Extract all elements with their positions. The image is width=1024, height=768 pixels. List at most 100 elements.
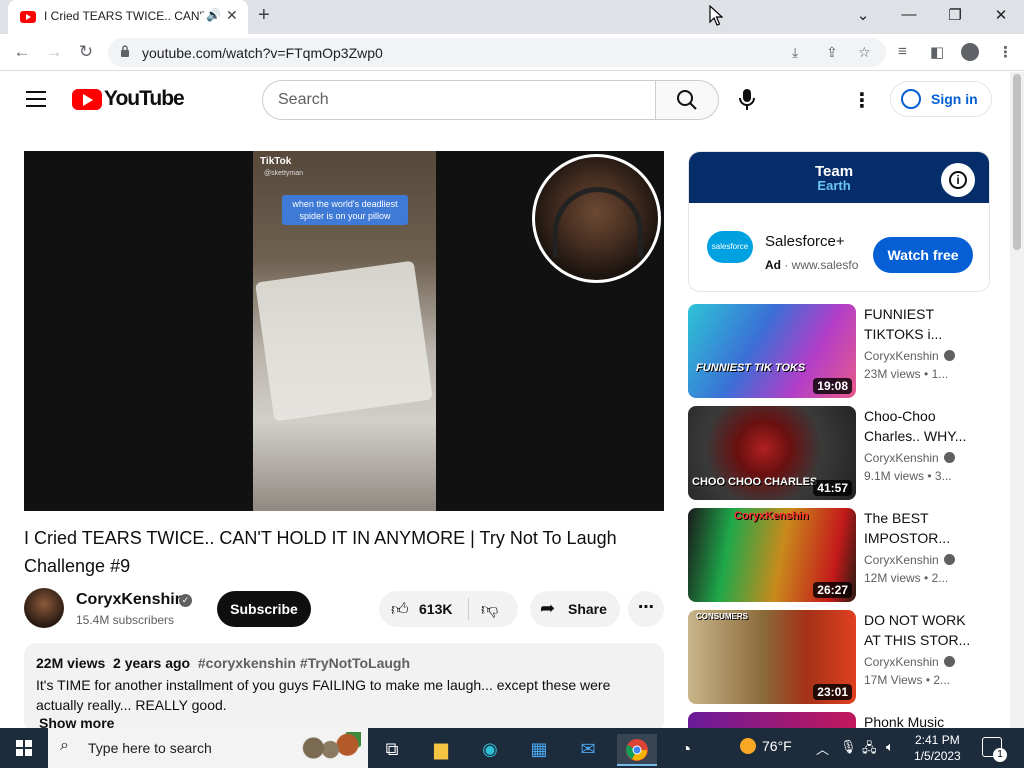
video-caption: when the world's deadliest spider is on … xyxy=(282,195,408,225)
clock-time: 2:41 PM xyxy=(915,733,960,747)
weather-widget[interactable]: 76°F xyxy=(740,738,792,754)
video-thumbnail[interactable]: CONSUMERS 23:01 xyxy=(688,610,856,704)
verified-check-icon xyxy=(943,452,955,463)
sign-in-button[interactable]: Sign in xyxy=(890,81,992,117)
recommended-video[interactable]: Phonk Music xyxy=(688,712,990,728)
profile-avatar-icon[interactable] xyxy=(961,43,979,61)
tab-search-chevron-icon[interactable]: ⌄ xyxy=(848,6,878,24)
recommended-title[interactable]: Choo-Choo Charles.. WHY... xyxy=(864,406,974,446)
screen-recorder-icon[interactable]: ◔ xyxy=(666,734,706,766)
lock-icon[interactable] xyxy=(120,45,130,57)
search-button[interactable] xyxy=(655,80,719,120)
voice-search-button[interactable] xyxy=(727,80,767,120)
subscribe-button[interactable]: Subscribe xyxy=(217,591,311,627)
video-thumbnail[interactable] xyxy=(688,712,856,728)
media-controls-icon[interactable]: ≡ xyxy=(898,43,907,60)
video-thumbnail[interactable]: CHOO CHOO CHARLES 41:57 xyxy=(688,406,856,500)
thumbs-down-icon: 👎︎ xyxy=(481,600,499,619)
scrollbar-thumb[interactable] xyxy=(1013,74,1021,250)
ad-title[interactable]: Salesforce+ xyxy=(765,233,845,250)
video-thumbnail[interactable]: FUNNIEST TIK TOKS 19:08 xyxy=(688,304,856,398)
thumbnail-text: FUNNIEST TIK TOKS xyxy=(696,362,806,374)
edge-browser-icon[interactable]: ◉ xyxy=(470,734,510,766)
tab-close-icon[interactable]: ✕ xyxy=(226,7,238,24)
network-icon[interactable]: 🖧 xyxy=(862,739,877,761)
recommended-title[interactable]: DO NOT WORK AT THIS STOR... xyxy=(864,610,974,650)
new-tab-button[interactable]: + xyxy=(258,4,270,27)
recommended-channel: CoryxKenshin xyxy=(864,349,955,363)
recommended-video[interactable]: FUNNIEST TIK TOKS 19:08 FUNNIEST TIKTOKS… xyxy=(688,304,990,398)
recommended-meta: 17M Views • 2... xyxy=(864,673,951,687)
recommended-title[interactable]: The BEST IMPOSTOR... xyxy=(864,508,974,548)
search-highlight-image xyxy=(293,732,361,764)
youtube-logo-icon[interactable] xyxy=(72,89,102,110)
recommended-video[interactable]: CONSUMERS 23:01 DO NOT WORK AT THIS STOR… xyxy=(688,610,990,704)
recommended-channel: CoryxKenshin xyxy=(864,553,955,567)
watch-free-button[interactable]: Watch free xyxy=(873,237,973,273)
hashtags[interactable]: #coryxkenshin #TryNotToLaugh xyxy=(198,655,410,671)
notification-center-icon[interactable]: 1 xyxy=(982,737,1007,762)
search-input[interactable]: Search xyxy=(262,80,656,120)
taskbar-search-placeholder: Type here to search xyxy=(88,740,212,756)
audio-playing-icon[interactable]: 🔊 xyxy=(206,8,221,22)
page-scrollbar[interactable] xyxy=(1010,72,1024,728)
video-thumbnail[interactable]: CoryxKenshin 26:27 xyxy=(688,508,856,602)
url-text[interactable]: youtube.com/watch?v=FTqmOp3Zwp0 xyxy=(142,45,383,61)
share-page-icon[interactable]: ⇪ xyxy=(826,44,838,61)
address-bar[interactable]: youtube.com/watch?v=FTqmOp3Zwp0 ⤓ ⇪ ☆ xyxy=(108,38,886,67)
recommended-title[interactable]: Phonk Music xyxy=(864,712,974,728)
mail-icon[interactable]: ✉ xyxy=(568,734,608,766)
volume-icon[interactable]: 🔈︎ xyxy=(886,739,894,755)
settings-more-icon[interactable]: ⋮ xyxy=(852,88,872,113)
restore-button[interactable]: ❐ xyxy=(940,6,970,24)
system-clock[interactable]: 2:41 PM 1/5/2023 xyxy=(914,732,961,764)
subscriber-count: 15.4M subscribers xyxy=(76,613,175,627)
ad-info-button[interactable]: i xyxy=(941,163,975,197)
windows-logo-icon xyxy=(16,740,32,756)
menu-hamburger-icon[interactable] xyxy=(26,91,46,107)
back-arrow-icon[interactable]: ← xyxy=(10,42,34,62)
browser-menu-icon[interactable]: ⋮ xyxy=(998,43,1013,61)
browser-tab[interactable]: I Cried TEARS TWICE.. CAN'T 🔊 ✕ xyxy=(8,0,248,34)
minimize-button[interactable]: — xyxy=(894,6,924,23)
sidebar-ad[interactable]: Team Earth i salesforce Salesforce+ Ad · … xyxy=(688,151,990,292)
video-title: I Cried TEARS TWICE.. CAN'T HOLD IT IN A… xyxy=(24,528,617,576)
microsoft-store-icon[interactable]: ▦ xyxy=(519,734,559,766)
recommended-video[interactable]: CHOO CHOO CHARLES 41:57 Choo-Choo Charle… xyxy=(688,406,990,500)
start-button[interactable] xyxy=(0,728,48,768)
video-player[interactable]: TikTok @skettyman when the world's deadl… xyxy=(24,151,664,511)
microphone-tray-icon[interactable]: 🎙︎ xyxy=(840,739,857,755)
browser-toolbar: ← → ↻ youtube.com/watch?v=FTqmOp3Zwp0 ⤓ … xyxy=(0,34,1024,71)
forward-arrow-icon[interactable]: → xyxy=(42,42,66,62)
recommended-title[interactable]: FUNNIEST TIKTOKS i... xyxy=(864,304,974,344)
install-app-icon[interactable]: ⤓ xyxy=(792,44,798,61)
reload-icon[interactable]: ↻ xyxy=(74,42,98,62)
salesforce-logo: salesforce xyxy=(707,231,753,263)
like-button[interactable]: 👍︎ 613K xyxy=(379,591,467,627)
thumbnail-text: CoryxKenshin xyxy=(734,510,809,522)
tiktok-watermark: TikTok xyxy=(260,156,292,167)
youtube-wordmark[interactable]: YouTube xyxy=(104,87,185,111)
channel-name[interactable]: CoryxKenshin xyxy=(76,591,184,609)
ad-banner[interactable]: Team Earth i xyxy=(689,152,989,203)
chrome-icon[interactable] xyxy=(617,734,657,766)
show-hidden-icons-chevron-icon[interactable]: ︿ xyxy=(816,739,829,758)
recommended-video[interactable]: CoryxKenshin 26:27 The BEST IMPOSTOR... … xyxy=(688,508,990,602)
channel-avatar[interactable] xyxy=(24,588,64,628)
verified-check-icon xyxy=(943,350,955,361)
task-view-icon[interactable]: ⧉ xyxy=(372,734,412,766)
side-panel-icon[interactable]: ◧ xyxy=(930,43,944,61)
upload-age: 2 years ago xyxy=(113,655,191,671)
info-icon: i xyxy=(949,171,967,189)
dislike-button[interactable]: 👎︎ xyxy=(469,591,518,627)
close-window-button[interactable]: ✕ xyxy=(986,6,1016,24)
share-button[interactable]: ➦ Share xyxy=(530,591,620,627)
more-actions-button[interactable]: ⋯ xyxy=(628,591,664,627)
description-box[interactable]: 22M views 2 years ago #coryxkenshin #Try… xyxy=(24,643,664,733)
file-explorer-icon[interactable]: ▆ xyxy=(421,734,461,766)
taskbar-search-input[interactable]: ⌕ Type here to search xyxy=(48,728,368,768)
bookmark-star-icon[interactable]: ☆ xyxy=(858,44,871,61)
video-duration: 19:08 xyxy=(813,378,852,394)
share-arrow-icon: ➦ xyxy=(540,598,556,618)
browser-tab-strip: I Cried TEARS TWICE.. CAN'T 🔊 ✕ + ⌄ — ❐ … xyxy=(0,0,1024,34)
